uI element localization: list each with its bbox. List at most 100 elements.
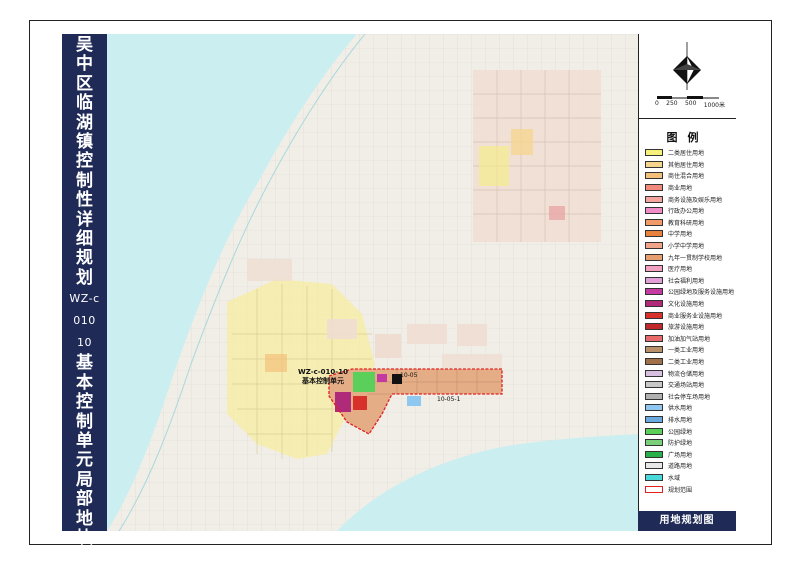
legend-label: 物流仓储用地 (668, 370, 705, 378)
legend-item: 二类工业用地 (645, 356, 735, 368)
legend-swatch (645, 369, 663, 377)
legend-label: 行政办公用地 (668, 208, 705, 216)
legend-swatch (645, 392, 663, 400)
vertical-title: 吴中区临湖镇控制性详细规划 WZ-c 010 10 基本控制单元局部地块调整 (62, 34, 107, 587)
legend-label: 九年一贯制学校用地 (668, 254, 723, 262)
plot-label-a: 10-05 (400, 372, 418, 379)
legend-item: 交通场站用地 (645, 379, 735, 391)
legend-swatch (645, 462, 663, 470)
legend-swatch (645, 242, 663, 250)
legend-item: 道路用地 (645, 460, 735, 472)
legend-label: 社会停车场用地 (668, 393, 711, 401)
legend-swatch (645, 323, 663, 331)
legend-label: 医疗用地 (668, 266, 693, 274)
legend-label: 一类工业用地 (668, 347, 705, 355)
legend-label: 规划范围 (668, 486, 693, 494)
title-char: 制 (76, 170, 93, 191)
legend-swatch (645, 473, 663, 481)
legend-item: 社会福利用地 (645, 275, 735, 287)
legend-item: 行政办公用地 (645, 205, 735, 217)
legend-label: 小学中学用地 (668, 243, 705, 251)
title-code-line2: 010 (73, 314, 96, 328)
legend-label: 教育科研用地 (668, 219, 705, 227)
legend-label: 文化设施用地 (668, 301, 705, 309)
legend-swatch (645, 415, 663, 423)
title-char: 细 (76, 229, 93, 250)
legend-label: 商务设施及娱乐用地 (668, 196, 723, 204)
legend-item: 加油加气站用地 (645, 333, 735, 345)
legend-swatch (645, 381, 663, 389)
legend-swatch (645, 276, 663, 284)
legend-swatch (645, 172, 663, 180)
legend-label: 道路用地 (668, 463, 693, 471)
legend-swatch (645, 184, 663, 192)
legend-label: 加油加气站用地 (668, 335, 711, 343)
north-arrow-box: 0 250 500 1000米 (639, 34, 736, 119)
title-char: 控 (76, 392, 93, 413)
scale-label: 500 (684, 100, 697, 107)
legend-label: 其他居住用地 (668, 161, 705, 169)
unit-label: WZ-c-010-10 基本控制单元 (277, 368, 369, 386)
legend-swatch (645, 404, 663, 412)
title-code-line3: 10 (77, 336, 92, 350)
title-char: 临 (76, 93, 93, 114)
legend-item: 公园绿地 (645, 425, 735, 437)
legend-label: 广场用地 (668, 451, 693, 459)
title-char: 块 (76, 527, 93, 548)
legend-swatch (645, 160, 663, 168)
legend-swatch (645, 218, 663, 226)
legend-panel: 0 250 500 1000米 图例 二类居住用地 其他居住用地 商住混合用地 商业用地 商务… (638, 34, 736, 531)
title-char: 本 (76, 372, 93, 393)
legend-item: 一类工业用地 (645, 344, 735, 356)
title-char: 局 (76, 469, 93, 490)
legend-item: 水域 (645, 472, 735, 484)
legend-item: 医疗用地 (645, 263, 735, 275)
legend-label: 中学用地 (668, 231, 693, 239)
drawing-name: 用地规划图 (638, 511, 736, 531)
legend-label: 二类工业用地 (668, 358, 705, 366)
legend-item: 防护绿地 (645, 437, 735, 449)
title-char: 基 (76, 353, 93, 374)
legend-item: 商业用地 (645, 182, 735, 194)
legend-swatch (645, 427, 663, 435)
title-char: 湖 (76, 112, 93, 133)
legend-item: 商务设施及娱乐用地 (645, 193, 735, 205)
legend-item: 二类居住用地 (645, 147, 735, 159)
legend-swatch (645, 300, 663, 308)
legend-swatch (645, 230, 663, 238)
scale-label: 1000米 (703, 102, 725, 109)
legend-swatch (645, 439, 663, 447)
legend-item: 供水用地 (645, 402, 735, 414)
legend-item: 社会停车场用地 (645, 390, 735, 402)
legend-swatch (645, 334, 663, 342)
land-use-map[interactable]: WZ-c-010-10 基本控制单元 10-05 10-05-1 (107, 34, 638, 531)
legend-label: 排水用地 (668, 416, 693, 424)
title-char: 元 (76, 450, 93, 471)
legend-item: 广场用地 (645, 448, 735, 460)
title-char: 吴 (76, 35, 93, 55)
legend-label: 防护绿地 (668, 440, 693, 448)
legend-item: 其他居住用地 (645, 159, 735, 171)
legend-title: 图例 (666, 131, 709, 144)
scale-label: 0 (655, 100, 659, 107)
legend-label: 商住混合用地 (668, 173, 705, 181)
legend-label: 二类居住用地 (668, 150, 705, 158)
legend-item: 规划范围 (645, 483, 735, 495)
legend-label: 交通场站用地 (668, 382, 705, 390)
legend-swatch (645, 207, 663, 215)
title-char: 单 (76, 430, 93, 451)
legend-item: 文化设施用地 (645, 298, 735, 310)
legend-swatch (645, 265, 663, 273)
legend-label: 商业服务业设施用地 (668, 312, 723, 320)
scale-bar-labels: 0 250 500 1000米 (655, 100, 725, 109)
legend-swatch (645, 253, 663, 261)
legend-label: 供水用地 (668, 405, 693, 413)
legend-item: 教育科研用地 (645, 217, 735, 229)
legend-item: 商业服务业设施用地 (645, 309, 735, 321)
legend-label: 旅游设施用地 (668, 324, 705, 332)
legend-list: 二类居住用地 其他居住用地 商住混合用地 商业用地商务设施及娱乐用地 行政办公用地 教育科… (645, 147, 735, 495)
unit-label-line1: WZ-c-010-10 (298, 368, 348, 376)
title-char: 规 (76, 248, 93, 269)
map-canvas (107, 34, 638, 531)
legend-swatch (645, 357, 663, 365)
